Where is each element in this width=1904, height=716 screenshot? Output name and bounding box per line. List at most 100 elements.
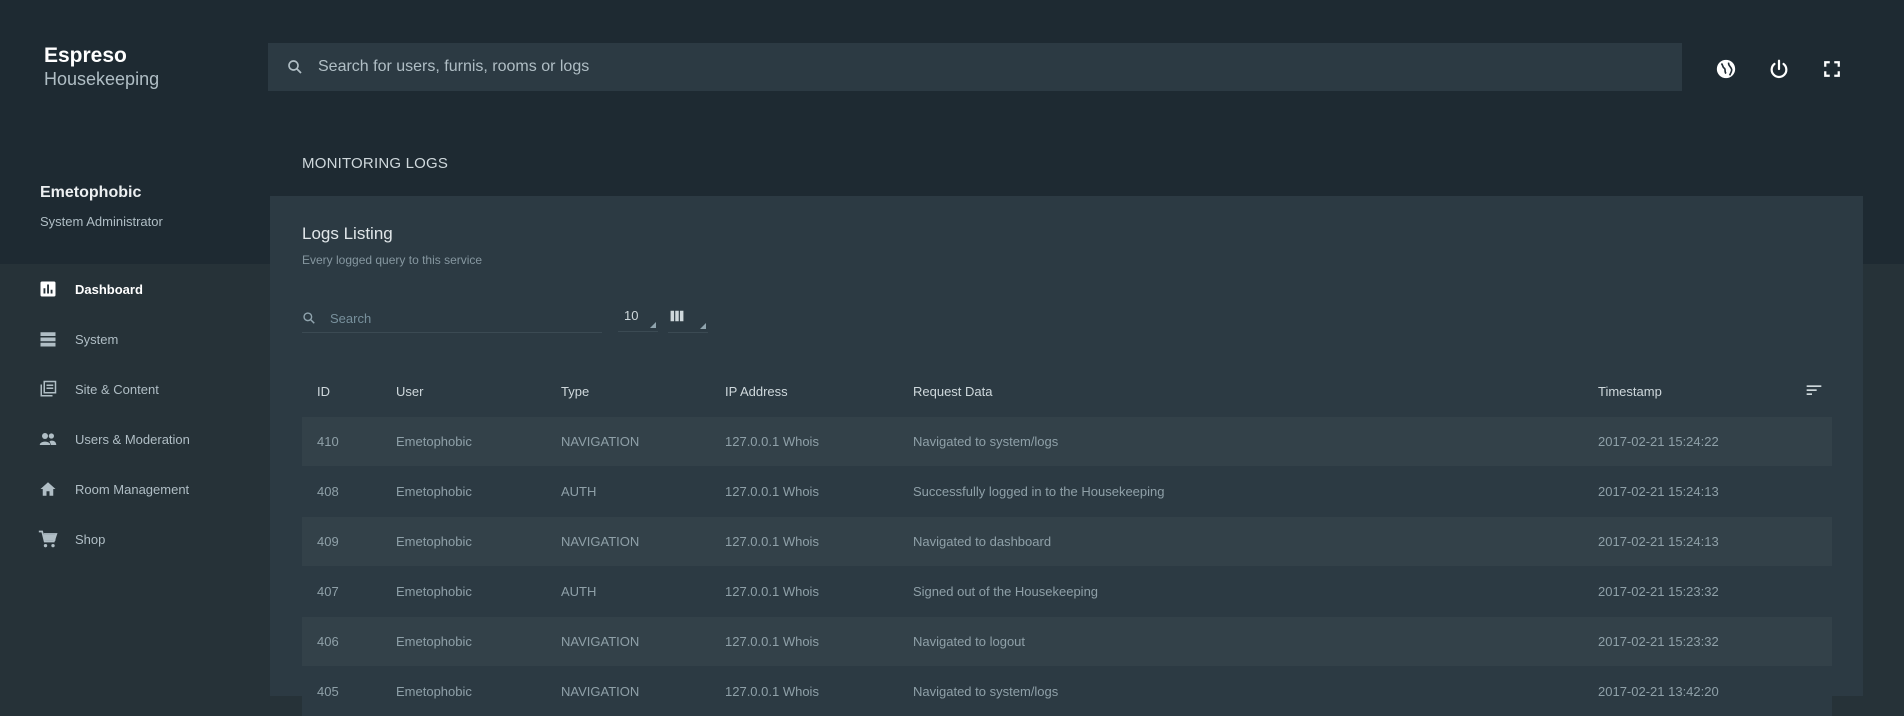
sidebar-item-users-moderation[interactable]: Users & Moderation xyxy=(0,414,268,464)
column-visibility-select[interactable] xyxy=(668,304,708,333)
cell-type: AUTH xyxy=(546,567,710,617)
dropdown-triangle-icon xyxy=(650,322,656,328)
table-search[interactable] xyxy=(302,304,602,333)
cell-id: 410 xyxy=(302,417,381,467)
page-size-value: 10 xyxy=(624,308,638,323)
cell-id: 409 xyxy=(302,517,381,567)
cell-ip: 127.0.0.1 Whois xyxy=(710,467,898,517)
cell-request: Navigated to dashboard xyxy=(898,517,1583,567)
row-spacer xyxy=(1791,667,1832,716)
library-icon xyxy=(38,379,58,399)
cell-ip: 127.0.0.1 Whois xyxy=(710,517,898,567)
cell-timestamp: 2017-02-21 13:42:20 xyxy=(1583,667,1791,716)
cell-user: Emetophobic xyxy=(381,467,546,517)
people-icon xyxy=(38,429,58,449)
cell-timestamp: 2017-02-21 15:24:13 xyxy=(1583,467,1791,517)
cell-type: NAVIGATION xyxy=(546,417,710,467)
user-profile: Emetophobic System Administrator xyxy=(40,184,163,229)
home-icon xyxy=(38,479,58,499)
brand-name: Espreso xyxy=(44,44,159,68)
user-name: Emetophobic xyxy=(40,184,163,202)
table-row[interactable]: 406EmetophobicNAVIGATION127.0.0.1 WhoisN… xyxy=(302,617,1832,667)
cell-id: 407 xyxy=(302,567,381,617)
cell-timestamp: 2017-02-21 15:24:13 xyxy=(1583,517,1791,567)
sidebar-item-shop[interactable]: Shop xyxy=(0,514,268,564)
column-header-user[interactable]: User xyxy=(381,366,546,417)
logs-card: Logs Listing Every logged query to this … xyxy=(270,196,1863,696)
sidebar-item-system[interactable]: System xyxy=(0,314,268,364)
sidebar-item-label: Room Management xyxy=(75,482,189,497)
cart-icon xyxy=(38,529,58,549)
column-header-timestamp[interactable]: Timestamp xyxy=(1583,366,1791,417)
cell-user: Emetophobic xyxy=(381,417,546,467)
column-header-ip[interactable]: IP Address xyxy=(710,366,898,417)
dropdown-triangle-icon xyxy=(700,323,706,329)
sidebar-item-label: Site & Content xyxy=(75,382,159,397)
row-spacer xyxy=(1791,417,1832,467)
power-icon[interactable] xyxy=(1766,56,1792,82)
column-header-type[interactable]: Type xyxy=(546,366,710,417)
bar-chart-icon xyxy=(38,279,58,299)
cell-user: Emetophobic xyxy=(381,667,546,716)
table-row[interactable]: 405EmetophobicNAVIGATION127.0.0.1 WhoisN… xyxy=(302,667,1832,716)
cell-type: NAVIGATION xyxy=(546,517,710,567)
cell-id: 408 xyxy=(302,467,381,517)
table-header-row: ID User Type IP Address Request Data Tim… xyxy=(302,366,1832,417)
sidebar-item-label: Dashboard xyxy=(75,282,143,297)
cell-type: NAVIGATION xyxy=(546,667,710,716)
sidebar-item-label: Shop xyxy=(75,532,105,547)
global-search[interactable]: Search for users, furnis, rooms or logs xyxy=(268,43,1682,91)
search-icon xyxy=(302,311,316,325)
sort-icon[interactable] xyxy=(1791,366,1832,417)
global-search-input[interactable]: Search for users, furnis, rooms or logs xyxy=(318,58,589,76)
sidebar-item-dashboard[interactable]: Dashboard xyxy=(0,264,268,314)
column-header-request[interactable]: Request Data xyxy=(898,366,1583,417)
cell-timestamp: 2017-02-21 15:23:32 xyxy=(1583,617,1791,667)
columns-icon xyxy=(670,310,684,322)
cell-id: 406 xyxy=(302,617,381,667)
cell-type: AUTH xyxy=(546,467,710,517)
row-spacer xyxy=(1791,517,1832,567)
logs-table: ID User Type IP Address Request Data Tim… xyxy=(302,366,1832,716)
user-role: System Administrator xyxy=(40,214,163,229)
sidebar-item-label: System xyxy=(75,332,118,347)
table-row[interactable]: 408EmetophobicAUTH127.0.0.1 WhoisSuccess… xyxy=(302,467,1832,517)
cell-ip: 127.0.0.1 Whois xyxy=(710,617,898,667)
row-spacer xyxy=(1791,617,1832,667)
cell-timestamp: 2017-02-21 15:23:32 xyxy=(1583,567,1791,617)
page-title: MONITORING LOGS xyxy=(302,155,448,172)
cell-user: Emetophobic xyxy=(381,517,546,567)
cell-type: NAVIGATION xyxy=(546,617,710,667)
table-search-input[interactable] xyxy=(328,310,592,327)
cell-request: Navigated to logout xyxy=(898,617,1583,667)
brand-subtitle: Housekeeping xyxy=(44,68,159,90)
search-icon xyxy=(286,58,304,76)
cell-ip: 127.0.0.1 Whois xyxy=(710,667,898,716)
row-spacer xyxy=(1791,567,1832,617)
brand[interactable]: Espreso Housekeeping xyxy=(44,44,159,90)
cell-request: Signed out of the Housekeeping xyxy=(898,567,1583,617)
cell-request: Navigated to system/logs xyxy=(898,667,1583,716)
cell-ip: 127.0.0.1 Whois xyxy=(710,417,898,467)
fullscreen-icon[interactable] xyxy=(1819,56,1845,82)
table-toolbar: 10 xyxy=(302,304,722,334)
row-spacer xyxy=(1791,467,1832,517)
cell-timestamp: 2017-02-21 15:24:22 xyxy=(1583,417,1791,467)
card-title: Logs Listing xyxy=(302,224,393,244)
sidebar-item-label: Users & Moderation xyxy=(75,432,190,447)
column-header-id[interactable]: ID xyxy=(302,366,381,417)
page-size-select[interactable]: 10 xyxy=(618,304,658,332)
server-icon xyxy=(38,329,58,349)
sidebar-item-site-content[interactable]: Site & Content xyxy=(0,364,268,414)
cell-ip: 127.0.0.1 Whois xyxy=(710,567,898,617)
table-row[interactable]: 407EmetophobicAUTH127.0.0.1 WhoisSigned … xyxy=(302,567,1832,617)
table-row[interactable]: 410EmetophobicNAVIGATION127.0.0.1 WhoisN… xyxy=(302,417,1832,467)
globe-icon[interactable] xyxy=(1713,56,1739,82)
cell-request: Successfully logged in to the Housekeepi… xyxy=(898,467,1583,517)
sidebar-item-room-management[interactable]: Room Management xyxy=(0,464,268,514)
table-row[interactable]: 409EmetophobicNAVIGATION127.0.0.1 WhoisN… xyxy=(302,517,1832,567)
cell-request: Navigated to system/logs xyxy=(898,417,1583,467)
cell-id: 405 xyxy=(302,667,381,716)
sidebar-nav: Dashboard System Site & Content Users & … xyxy=(0,264,268,564)
cell-user: Emetophobic xyxy=(381,617,546,667)
